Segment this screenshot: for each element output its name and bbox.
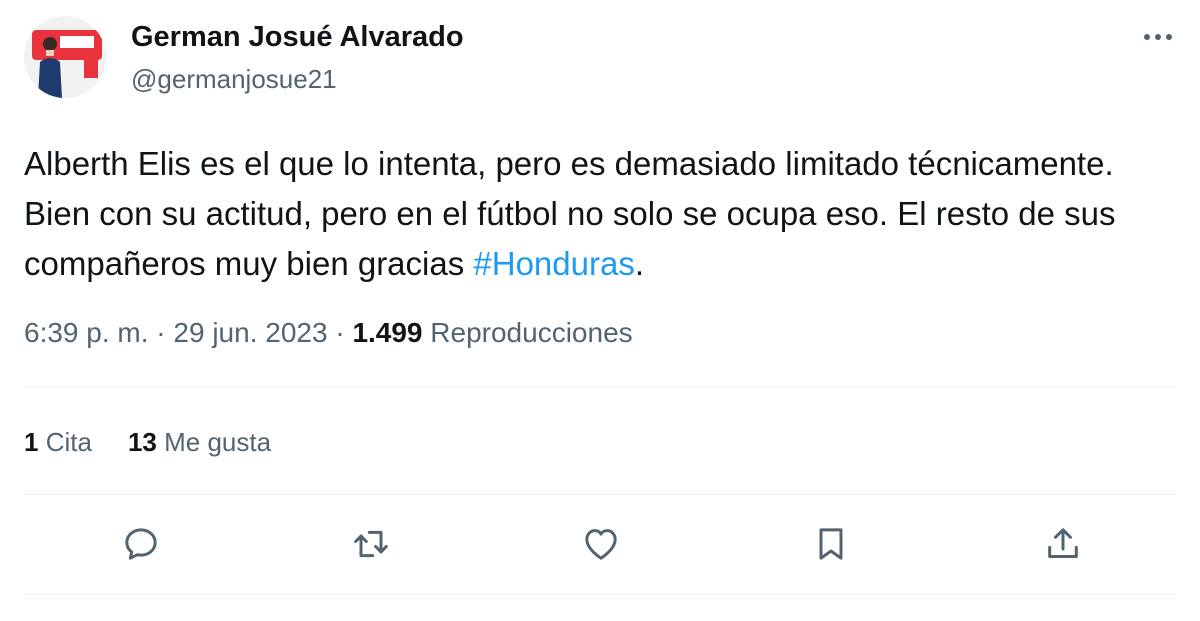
heart-icon <box>585 529 617 560</box>
quotes-count: 1 <box>24 427 39 457</box>
divider <box>24 494 1176 495</box>
author-display-name[interactable]: German Josué Alvarado <box>131 19 464 55</box>
tweet-text-end: . <box>634 245 645 282</box>
reply-button[interactable] <box>119 522 163 566</box>
quotes-stat[interactable]: 1 Cita <box>24 427 92 457</box>
retweet-button[interactable] <box>349 522 393 566</box>
more-icon <box>1144 34 1172 40</box>
likes-stat[interactable]: 13 Me gusta <box>128 427 271 457</box>
reply-icon <box>125 528 157 560</box>
like-button[interactable] <box>579 522 623 566</box>
avatar[interactable] <box>24 16 106 98</box>
tweet-date[interactable]: 29 jun. 2023 <box>173 317 327 348</box>
meta-separator: · <box>327 317 353 348</box>
bookmark-button[interactable] <box>809 522 853 566</box>
retweet-icon <box>354 530 388 558</box>
likes-label: Me gusta <box>164 427 272 457</box>
tweet-text: Alberth Elis es el que lo intenta, pero … <box>24 139 1154 289</box>
share-icon <box>1048 528 1078 558</box>
views-label: Reproducciones <box>430 317 633 348</box>
bookmark-icon <box>819 528 843 560</box>
quotes-label: Cita <box>45 427 92 457</box>
views-count: 1.499 <box>352 317 423 348</box>
meta-separator: · <box>148 317 174 348</box>
tweet-time[interactable]: 6:39 p. m. <box>24 317 149 348</box>
more-options-button[interactable] <box>1138 20 1178 54</box>
hashtag-link[interactable]: #Honduras <box>473 245 634 282</box>
likes-count: 13 <box>127 427 157 457</box>
tweet-meta: 6:39 p. m. · 29 jun. 2023 · 1.499 Reprod… <box>24 315 633 351</box>
divider <box>24 594 1176 595</box>
author-handle[interactable]: @germanjosue21 <box>131 62 337 96</box>
avatar-image <box>24 16 106 98</box>
tweet-stats: 1 Cita 13 Me gusta <box>24 425 307 459</box>
share-button[interactable] <box>1041 522 1085 566</box>
divider <box>24 387 1176 388</box>
